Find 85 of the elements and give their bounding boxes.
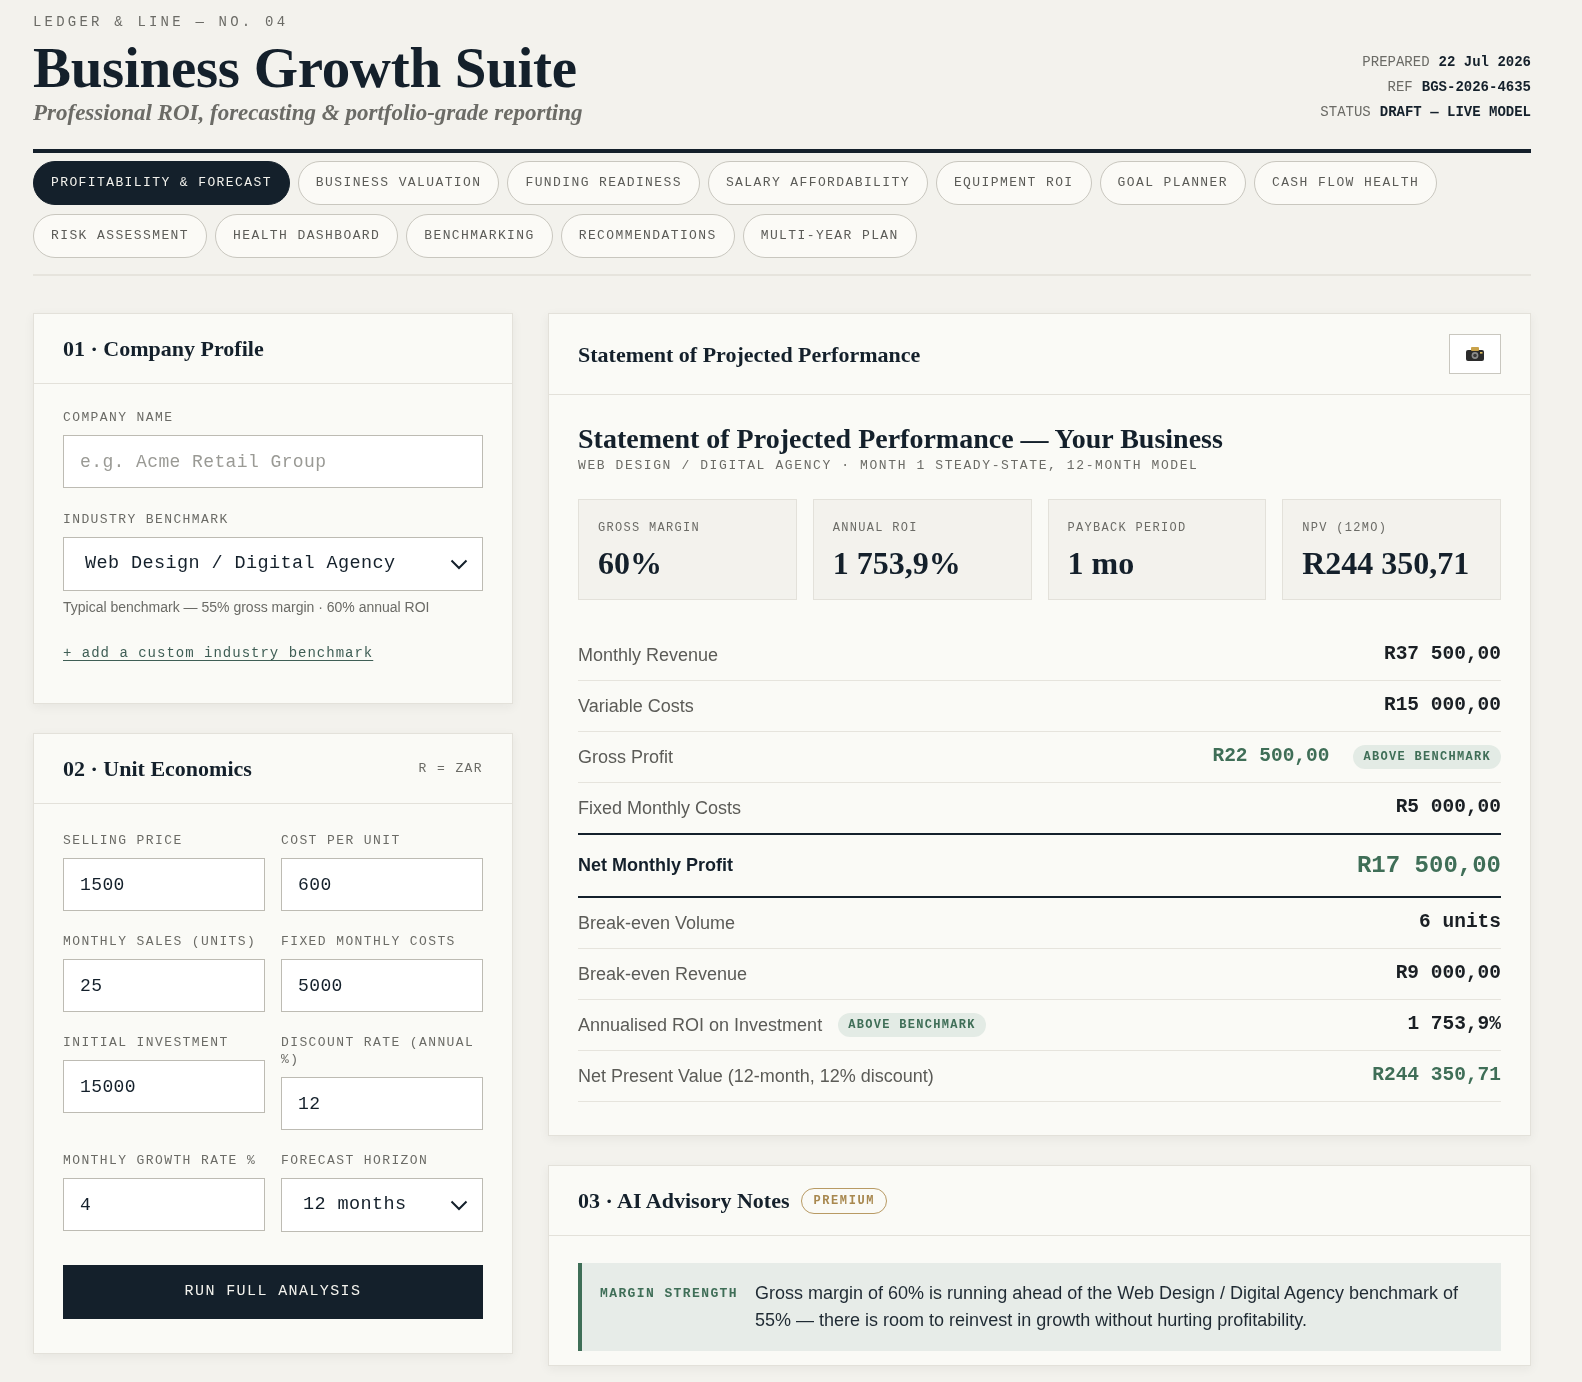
field-hint: Typical benchmark — 55% gross margin · 60% annual ROI: [63, 598, 431, 616]
tab[interactable]: RECOMMENDATIONS: [560, 214, 735, 258]
note-text: Gross margin of 60% is running ahead of the Web Design / Digital Agency benchmark of 55% — there is room to reinvest in growth without hurting profitability.: [755, 1282, 1460, 1332]
meta-label: STATUS: [1320, 104, 1371, 120]
row-value: 1 753,9%: [1407, 1012, 1501, 1038]
row-label: Fixed Monthly Costs: [578, 796, 742, 820]
field-label: FIXED MONTHLY COSTS: [281, 933, 457, 950]
row-value: R9 000,00: [1395, 961, 1501, 987]
field-label: INITIAL INVESTMENT: [63, 1034, 230, 1051]
chevron-down-icon: [450, 1199, 468, 1211]
field-label: FORECAST HORIZON: [281, 1152, 430, 1169]
row-value: 6 units: [1419, 910, 1501, 936]
metric-label: ANNUAL ROI: [832, 520, 919, 536]
meta-label: PREPARED: [1362, 54, 1430, 70]
text-input[interactable]: 1500: [63, 858, 265, 911]
tab[interactable]: GOAL PLANNER: [1099, 161, 1246, 205]
field-label: COST PER UNIT: [281, 832, 402, 849]
tab[interactable]: RISK ASSESSMENT: [33, 214, 208, 258]
metric-label: GROSS MARGIN: [598, 520, 701, 536]
text-input[interactable]: 600: [281, 858, 483, 911]
row-label: Net Present Value (12-month, 12% discount): [578, 1064, 934, 1088]
chevron-down-icon: [450, 558, 468, 570]
tab[interactable]: PROFITABILITY & FORECAST: [33, 161, 290, 205]
metric-label: NPV (12MO): [1302, 520, 1389, 536]
benchmark-badge: ABOVE BENCHMARK: [838, 1013, 986, 1037]
tab[interactable]: BUSINESS VALUATION: [297, 161, 500, 205]
meta-value: BGS-2026-4635: [1421, 79, 1531, 95]
report-subtitle: WEB DESIGN / DIGITAL AGENCY · MONTH 1 STEADY-STATE, 12-MONTH MODEL: [578, 458, 1200, 474]
note-tag: MARGIN STRENGTH: [600, 1280, 739, 1334]
field-label: SELLING PRICE: [63, 832, 184, 849]
meta-value: DRAFT — LIVE MODEL: [1379, 104, 1531, 120]
select-field[interactable]: Web Design / Digital Agency: [63, 537, 483, 591]
tab[interactable]: EQUIPMENT ROI: [935, 161, 1092, 205]
tab[interactable]: BENCHMARKING: [406, 214, 553, 258]
meta-value: 22 Jul 2026: [1438, 54, 1531, 70]
run-analysis-button[interactable]: RUN FULL ANALYSIS: [63, 1265, 483, 1319]
tab[interactable]: CASH FLOW HEALTH: [1253, 161, 1438, 205]
row-label: Annualised ROI on Investment: [578, 1013, 823, 1037]
row-value: R22 500,00: [1212, 744, 1330, 770]
field-label: INDUSTRY BENCHMARK: [63, 511, 230, 528]
row-label: Break-even Volume: [578, 911, 736, 935]
masthead-kicker: LEDGER & LINE — NO. 04: [33, 13, 290, 31]
field-label: DISCOUNT RATE (ANNUAL %): [281, 1034, 476, 1068]
text-input[interactable]: 25: [63, 959, 265, 1012]
row-value: R244 350,71: [1372, 1063, 1501, 1089]
row-label: Monthly Revenue: [578, 643, 719, 667]
tab[interactable]: FUNDING READINESS: [507, 161, 700, 205]
tab[interactable]: MULTI-YEAR PLAN: [742, 214, 917, 258]
page-subtitle: Professional ROI, forecasting & portfolio-grade reporting: [33, 99, 583, 127]
metric-label: PAYBACK PERIOD: [1067, 520, 1188, 536]
select-field[interactable]: 12 months: [281, 1178, 483, 1232]
currency-note: R = ZAR: [418, 759, 483, 778]
row-label: Variable Costs: [578, 694, 694, 718]
text-input[interactable]: 5000: [281, 959, 483, 1012]
page-title: Business Growth Suite: [33, 37, 578, 99]
card-title: 01 · Company Profile: [63, 335, 264, 363]
field-label: MONTHLY GROWTH RATE %: [63, 1152, 258, 1169]
camera-icon: [1466, 347, 1484, 361]
field-label: COMPANY NAME: [63, 409, 175, 426]
text-input[interactable]: 15000: [63, 1060, 265, 1113]
row-label: Gross Profit: [578, 745, 674, 769]
row-label: Net Monthly Profit: [578, 854, 733, 877]
report-title: Statement of Projected Performance — Your Business: [578, 422, 1224, 456]
tab[interactable]: HEALTH DASHBOARD: [215, 214, 399, 258]
metric-value: 1 753,9%: [832, 545, 962, 581]
snapshot-button[interactable]: [1449, 334, 1501, 374]
text-input[interactable]: e.g. Acme Retail Group: [63, 435, 483, 488]
metric-value: R244 350,71: [1302, 545, 1471, 581]
meta-label: REF: [1387, 79, 1413, 95]
field-label: MONTHLY SALES (UNITS): [63, 933, 258, 950]
row-value: R5 000,00: [1395, 795, 1501, 821]
text-input[interactable]: 12: [281, 1077, 483, 1130]
tab[interactable]: SALARY AFFORDABILITY: [707, 161, 928, 205]
row-value: R17 500,00: [1356, 850, 1501, 881]
card-title: Statement of Projected Performance: [578, 340, 921, 369]
row-value: R37 500,00: [1383, 642, 1501, 668]
card-title: 02 · Unit Economics: [63, 755, 252, 783]
metric-value: 1 mo: [1067, 545, 1136, 581]
card-title: 03 · AI Advisory Notes: [578, 1187, 790, 1215]
metric-value: 60%: [598, 545, 663, 581]
text-input[interactable]: 4: [63, 1178, 265, 1231]
row-value: R15 000,00: [1383, 693, 1501, 719]
benchmark-badge: ABOVE BENCHMARK: [1353, 745, 1501, 769]
row-label: Break-even Revenue: [578, 962, 748, 986]
add-benchmark-link[interactable]: + add a custom industry benchmark: [63, 643, 374, 664]
